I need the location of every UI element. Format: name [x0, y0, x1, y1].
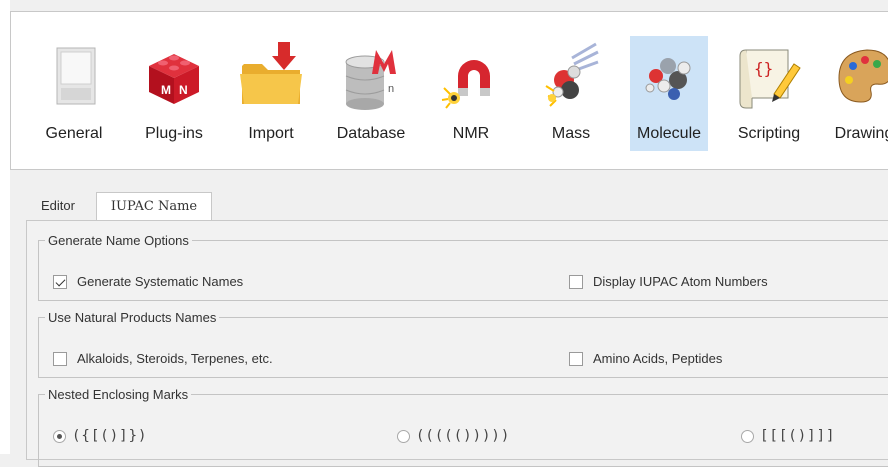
- tab-iupac-name[interactable]: IUPAC Name: [96, 192, 212, 222]
- svg-text:{}: {}: [754, 59, 773, 78]
- alkaloids-steroids-option[interactable]: Alkaloids, Steroids, Terpenes, etc.: [53, 351, 273, 366]
- iupac-name-panel: Generate Name Options Generate Systemati…: [26, 220, 888, 467]
- natural-products-names-group: Use Natural Products Names Alkaloids, St…: [38, 310, 888, 378]
- molecule-icon: [645, 58, 691, 100]
- enclosing-marks-option-2[interactable]: ((((())))): [397, 428, 510, 444]
- category-label: Molecule: [636, 125, 702, 142]
- generate-systematic-names-checkbox[interactable]: [53, 274, 67, 289]
- enclosing-marks-option-3[interactable]: [[[()]]]: [741, 428, 835, 444]
- window-frame: [0, 0, 10, 454]
- category-molecule[interactable]: Molecule: [630, 36, 708, 151]
- tab-label: IUPAC Name: [110, 199, 198, 214]
- group-title: Nested Enclosing Marks: [48, 387, 189, 402]
- category-label: General: [45, 125, 103, 142]
- category-label: Database: [336, 125, 406, 142]
- alkaloids-steroids-checkbox[interactable]: [53, 351, 67, 366]
- svg-text:M: M: [161, 83, 171, 97]
- generate-name-options-group: Generate Name Options Generate Systemati…: [38, 233, 888, 301]
- display-iupac-atom-numbers-option[interactable]: Display IUPAC Atom Numbers: [569, 274, 768, 289]
- category-toolbar: General M N Plug-ins Import n Database N…: [10, 11, 888, 170]
- mass-icon: [545, 42, 599, 107]
- svg-text:N: N: [179, 83, 188, 97]
- category-scripting[interactable]: {} Scripting: [730, 36, 808, 151]
- amino-acids-peptides-option[interactable]: Amino Acids, Peptides: [569, 351, 722, 366]
- group-title: Generate Name Options: [48, 233, 189, 248]
- nested-enclosing-marks-group: Nested Enclosing Marks ({[()]}) ((((()))…: [38, 387, 888, 467]
- category-label: Plug-ins: [145, 125, 203, 142]
- enclosing-marks-radio-1[interactable]: [53, 429, 66, 443]
- option-label: Display IUPAC Atom Numbers: [593, 274, 768, 289]
- display-iupac-atom-numbers-checkbox[interactable]: [569, 274, 583, 289]
- amino-acids-peptides-checkbox[interactable]: [569, 351, 583, 366]
- option-label: Alkaloids, Steroids, Terpenes, etc.: [77, 351, 273, 366]
- import-folder-icon: [240, 42, 302, 104]
- option-label: ({[()]}): [72, 428, 148, 444]
- drawing-palette-icon: [838, 49, 888, 103]
- category-label: Drawing: [834, 125, 888, 142]
- category-label: Mass: [551, 125, 591, 142]
- tab-label: Editor: [41, 198, 75, 213]
- general-icon: [56, 47, 96, 105]
- category-database[interactable]: n Database: [331, 36, 411, 151]
- group-title: Use Natural Products Names: [48, 310, 217, 325]
- option-label: ((((())))): [416, 428, 511, 444]
- enclosing-marks-option-1[interactable]: ({[()]}): [53, 428, 147, 444]
- option-label: Generate Systematic Names: [77, 274, 244, 289]
- category-mass[interactable]: Mass: [532, 36, 610, 151]
- scripting-icon: {}: [739, 49, 801, 109]
- option-label: [[[()]]]: [760, 428, 836, 444]
- category-general[interactable]: General: [35, 36, 113, 151]
- nmr-magnet-icon: [441, 60, 490, 109]
- enclosing-marks-radio-2[interactable]: [397, 429, 410, 443]
- category-nmr[interactable]: NMR: [432, 36, 510, 151]
- enclosing-marks-radio-3[interactable]: [741, 429, 754, 443]
- category-label: Import: [248, 125, 294, 142]
- svg-text:n: n: [388, 83, 394, 95]
- generate-systematic-names-option[interactable]: Generate Systematic Names: [53, 274, 243, 289]
- category-label: NMR: [452, 125, 490, 142]
- tab-editor[interactable]: Editor: [26, 192, 90, 220]
- category-drawing[interactable]: Drawing: [825, 36, 888, 151]
- option-label: Amino Acids, Peptides: [593, 351, 723, 366]
- category-import[interactable]: Import: [232, 36, 310, 151]
- category-plugins[interactable]: M N Plug-ins: [135, 36, 213, 151]
- category-label: Scripting: [737, 125, 801, 142]
- plugins-icon: M N: [149, 54, 199, 104]
- database-icon: n: [345, 50, 396, 110]
